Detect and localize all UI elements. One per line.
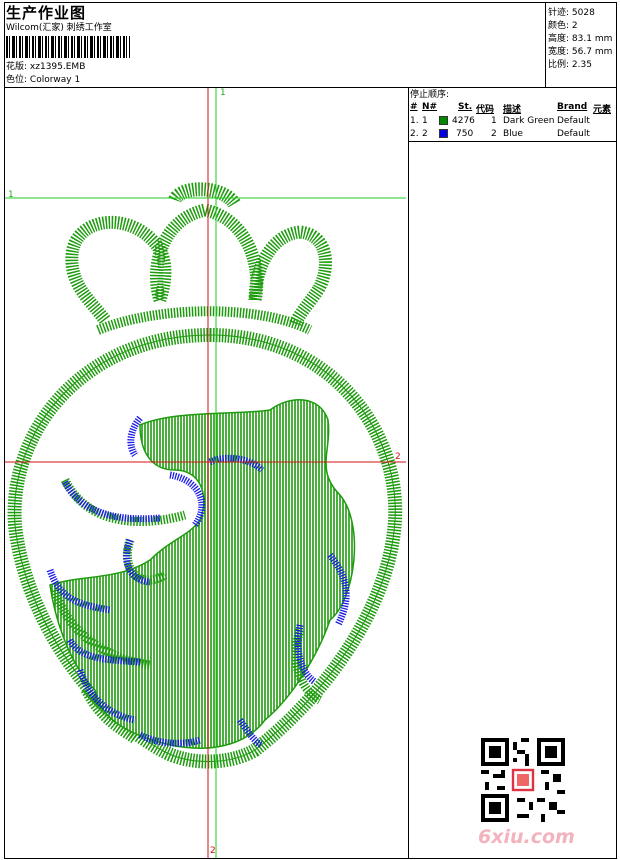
guide-label-right: 2: [395, 452, 401, 462]
guide-label-left: 1: [8, 190, 14, 200]
embroidery-design: [5, 88, 406, 858]
qr-code: [481, 738, 565, 822]
guide-label-bottom: 2: [210, 846, 216, 856]
lion-head: [49, 399, 356, 749]
watermark-text: 6xiu.com: [478, 826, 575, 848]
crown: [65, 182, 332, 335]
guide-label-top: 1: [220, 88, 226, 98]
